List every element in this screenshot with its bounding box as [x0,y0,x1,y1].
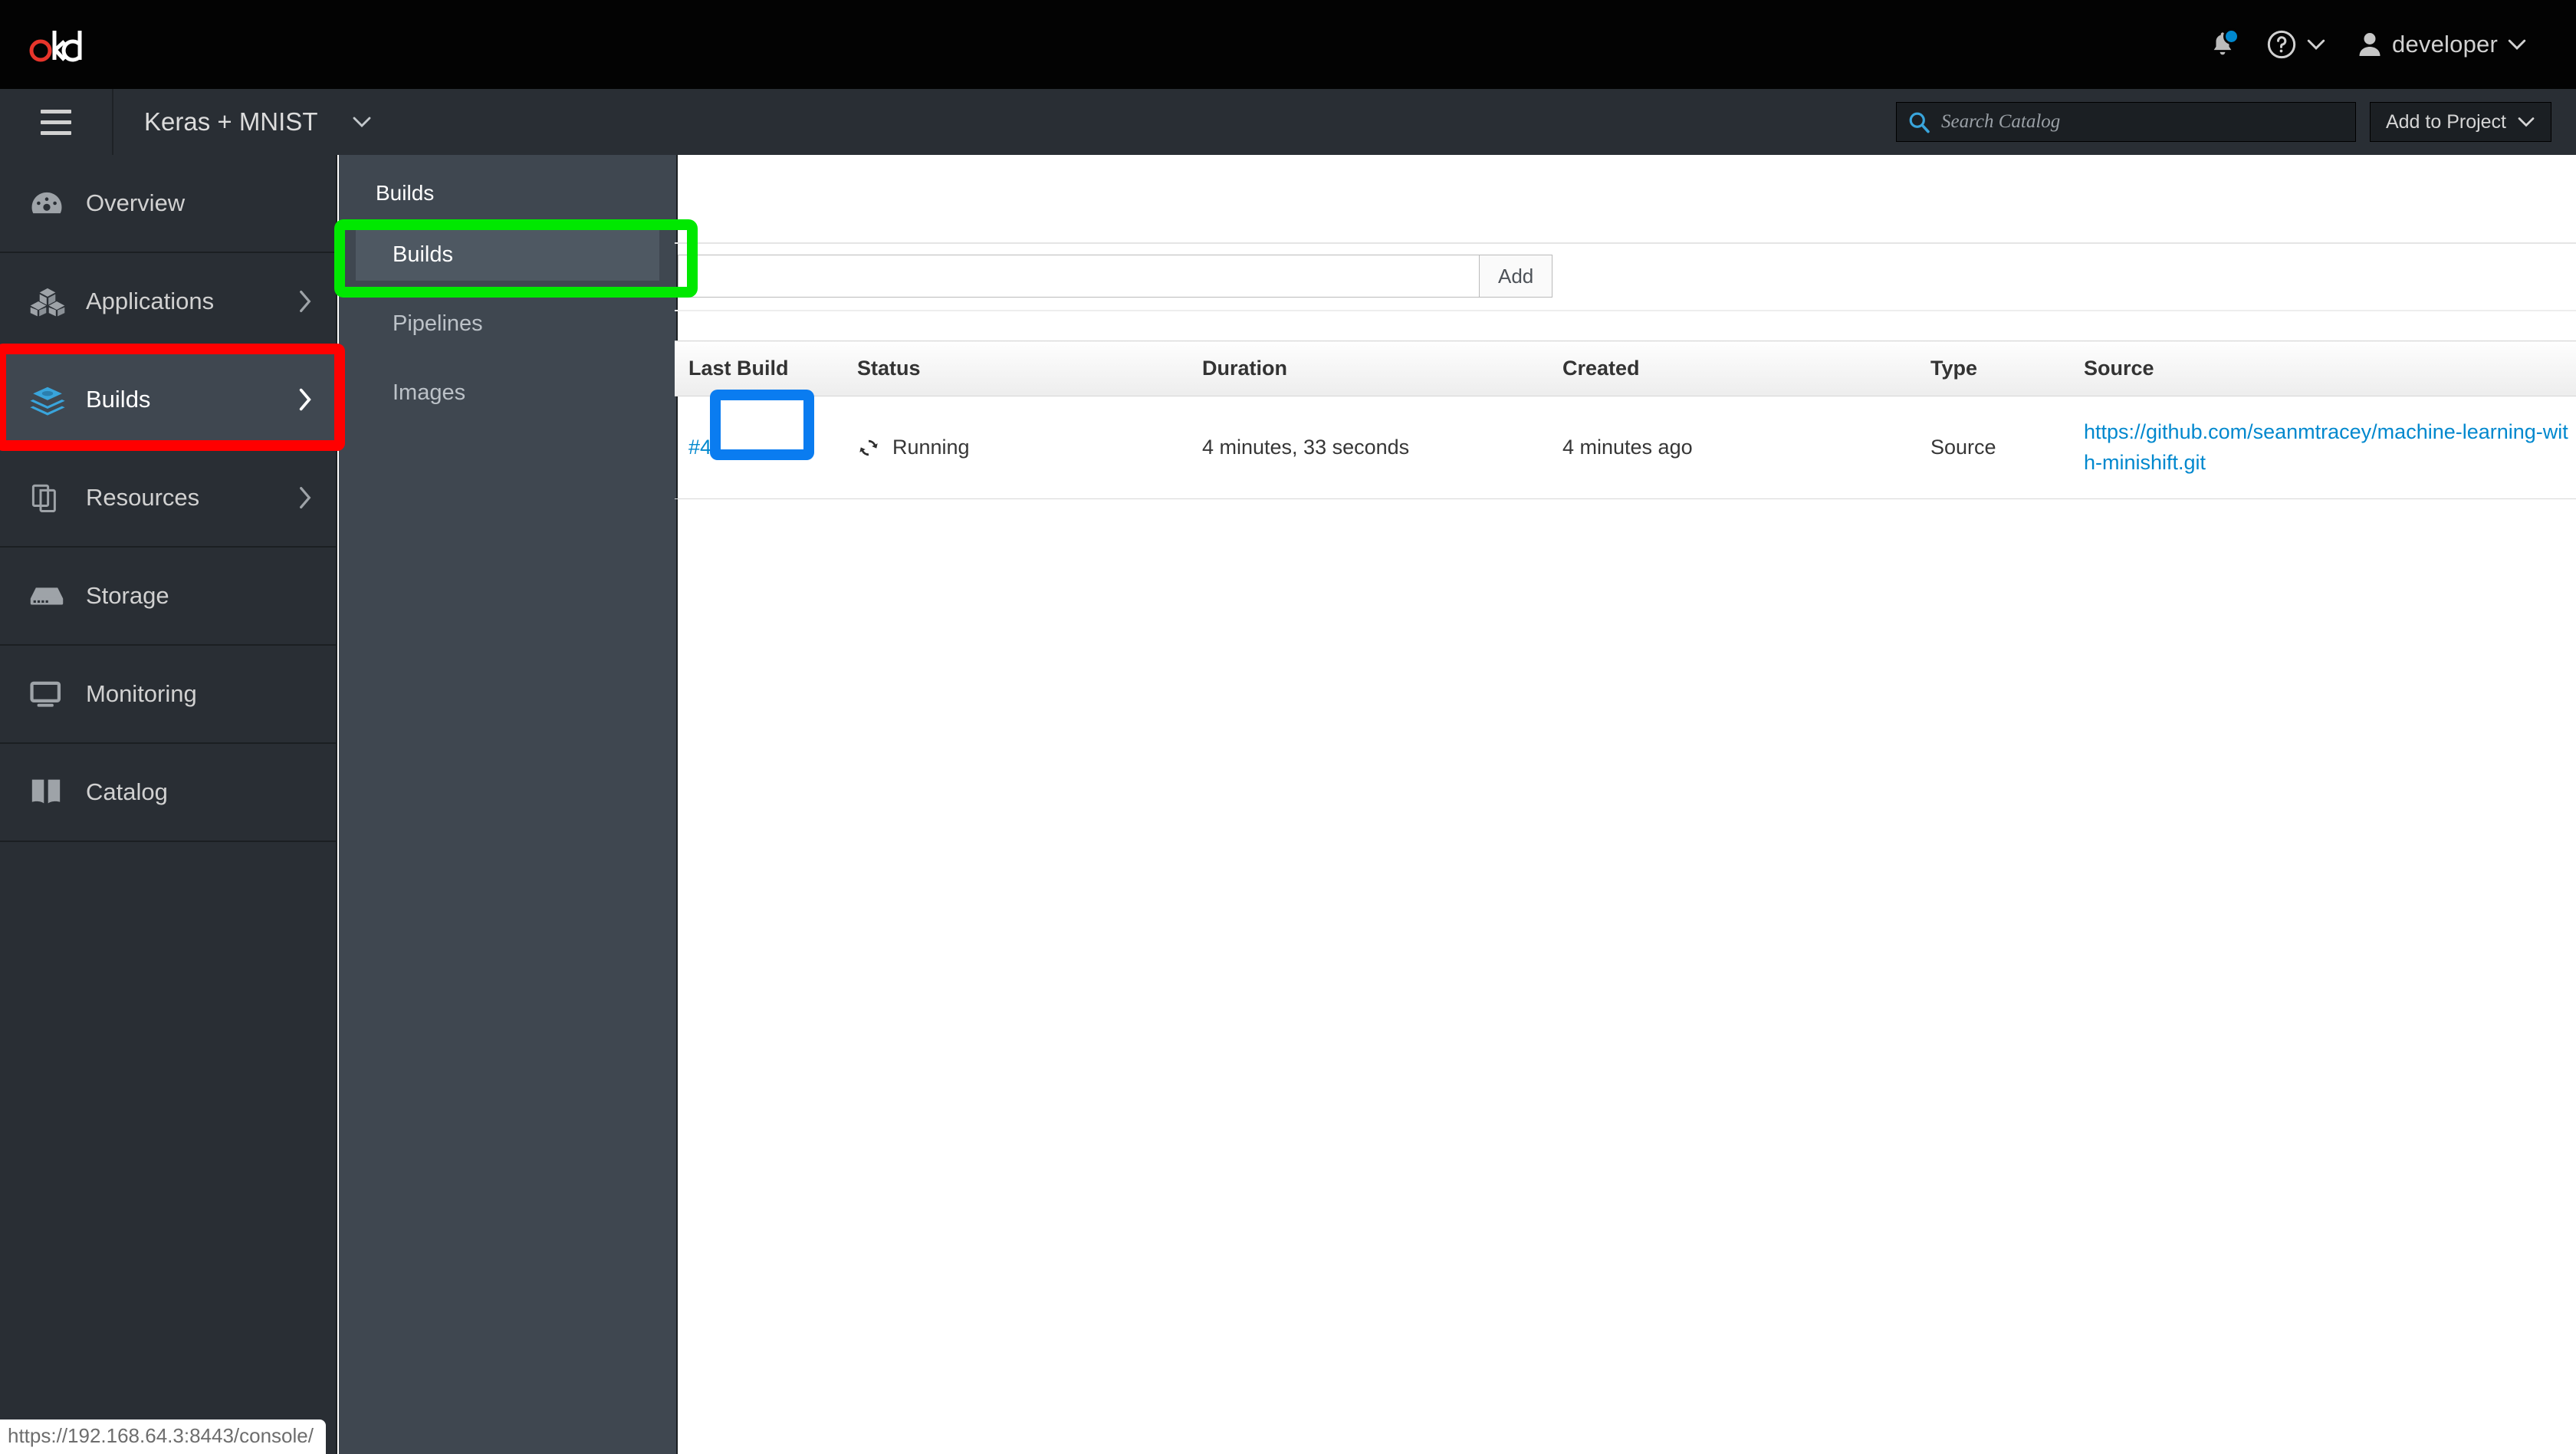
user-name-label: developer [2392,31,2498,58]
notification-badge [2223,28,2240,44]
hamburger-bar [41,120,71,124]
column-header-status[interactable]: Status [843,340,1188,396]
user-menu-button[interactable]: developer [2341,0,2542,89]
primary-sidebar: Overview Applications Builds Resources S… [0,155,337,1454]
chevron-down-icon [2508,39,2526,50]
hamburger-bar [41,130,71,135]
column-header-source[interactable]: Source [2070,340,2576,396]
flyout-item-builds[interactable]: Builds [356,229,659,281]
okd-logo[interactable] [29,25,83,64]
hamburger-menu-icon[interactable] [0,89,113,155]
hamburger-bar [41,109,71,113]
search-catalog-box[interactable]: Search Catalog [1895,102,2356,142]
secondary-nav-bar: Keras + MNIST Search Catalog Add to Proj… [0,89,2576,155]
user-avatar-icon [2359,33,2380,56]
column-header-type[interactable]: Type [1917,340,2070,396]
flyout-title: Builds [376,181,435,205]
chevron-down-icon [353,117,371,128]
cell-duration: 4 minutes, 33 seconds [1188,396,1549,499]
cell-last-build: #4 [675,396,843,499]
sidebar-item-label: Resources [86,484,200,511]
sidebar-item-builds[interactable]: Builds [0,351,336,449]
masthead-actions: developer [2194,0,2576,89]
column-header-last-build[interactable]: Last Build [675,340,843,396]
flyout-item-label: Pipelines [393,311,483,336]
masthead: developer [0,0,2576,89]
sidebar-item-resources[interactable]: Resources [0,449,336,548]
cell-source: https://github.com/seanmtracey/machine-l… [2070,396,2576,499]
builds-table-head: Last Build Status Duration Created Type … [675,340,2576,396]
flyout-item-label: Images [393,380,466,405]
flyout-item-pipelines[interactable]: Pipelines [356,298,659,350]
sidebar-item-label: Applications [86,288,215,314]
column-header-duration[interactable]: Duration [1188,340,1549,396]
cell-status: Running [843,396,1188,499]
secondary-nav-right: Search Catalog Add to Project [1895,102,2576,142]
sidebar-item-label: Builds [86,386,151,413]
filter-row: Add [678,255,1553,298]
build-number-link[interactable]: #4 [688,436,711,459]
add-button[interactable]: Add [1480,255,1553,298]
dashboard-gauge-icon [29,188,77,219]
search-icon [1909,112,1930,133]
table-header-row: Last Build Status Duration Created Type … [675,340,2576,396]
layers-stack-icon [29,383,77,416]
source-repo-link[interactable]: https://github.com/seanmtracey/machine-l… [2084,420,2568,473]
cell-created: 4 minutes ago [1549,396,1917,499]
console-page: developer Keras + MNIST Search Catalog A… [0,0,2576,1454]
status-badge: Running [857,436,1188,459]
chevron-right-icon [297,485,313,510]
chevron-right-icon [297,289,313,314]
builds-flyout-panel: Builds Builds Pipelines Images [339,155,678,1454]
table-row: #4 Running 4 minutes, 33 seconds 4 minut… [675,396,2576,499]
sidebar-item-monitoring[interactable]: Monitoring [0,646,336,744]
sidebar-item-catalog[interactable]: Catalog [0,744,336,842]
content-divider-bottom [675,310,2576,311]
storage-drive-icon [29,583,77,609]
project-selector[interactable]: Keras + MNIST [113,89,397,155]
main-content: Add Last Build Status Duration Created T… [675,155,2576,1454]
notifications-button[interactable] [2194,0,2251,89]
flyout-item-images[interactable]: Images [356,367,659,419]
column-header-created[interactable]: Created [1549,340,1917,396]
browser-status-bar: https://192.168.64.3:8443/console/ [0,1419,326,1454]
cell-type: Source [1917,396,2070,499]
open-book-icon [29,777,77,808]
sidebar-item-label: Storage [86,582,169,609]
sidebar-empty-space [0,842,336,1302]
content-divider-top [675,242,2576,244]
monitor-screen-icon [29,679,77,709]
flyout-item-label: Builds [393,242,453,267]
help-circle-icon [2267,30,2296,59]
sidebar-item-label: Catalog [86,778,168,805]
project-name-label: Keras + MNIST [144,107,318,136]
sidebar-item-applications[interactable]: Applications [0,253,336,351]
status-label: Running [892,436,970,459]
documents-icon [29,482,77,514]
okd-logo-icon [29,31,82,62]
flyout-menu-list: Builds Pipelines Images [339,229,676,419]
builds-table: Last Build Status Duration Created Type … [675,340,2576,499]
sidebar-item-label: Monitoring [86,680,197,707]
chevron-down-icon [2518,117,2535,127]
help-menu-button[interactable] [2251,0,2341,89]
sidebar-item-label: Overview [86,189,186,216]
chevron-right-icon [297,387,313,412]
filter-input[interactable] [678,255,1480,298]
add-to-project-button[interactable]: Add to Project [2369,102,2551,142]
bell-icon-wrapper [2210,28,2240,59]
sidebar-item-overview[interactable]: Overview [0,155,336,253]
builds-table-body: #4 Running 4 minutes, 33 seconds 4 minut… [675,396,2576,499]
cubes-icon [29,285,77,317]
search-input[interactable]: Search Catalog [1941,111,2060,133]
sync-refresh-icon [859,439,878,456]
sidebar-item-storage[interactable]: Storage [0,548,336,646]
add-to-project-label: Add to Project [2385,110,2506,133]
chevron-down-icon [2307,39,2325,50]
